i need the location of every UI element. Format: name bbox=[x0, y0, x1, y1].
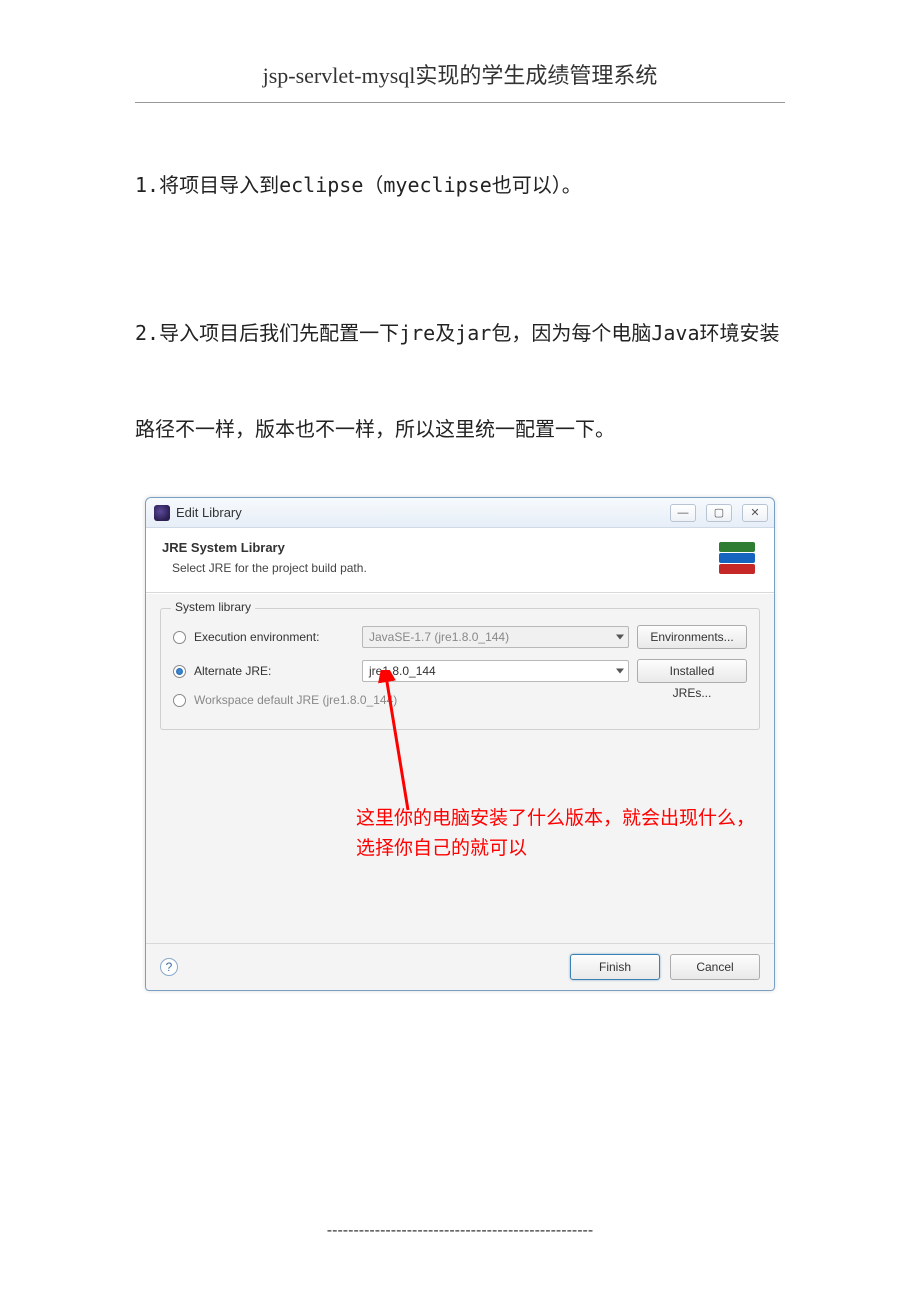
execution-environment-label: Execution environment: bbox=[194, 630, 354, 644]
dialog-body: System library Execution environment: Ja… bbox=[146, 593, 774, 943]
paragraph-1: 1.将项目导入到eclipse（myeclipse也可以）。 bbox=[135, 163, 785, 207]
finish-button[interactable]: Finish bbox=[570, 954, 660, 980]
maximize-button[interactable]: ▢ bbox=[706, 504, 732, 522]
environments-button[interactable]: Environments... bbox=[637, 625, 747, 649]
execution-environment-radio[interactable] bbox=[173, 631, 186, 644]
execution-environment-combo: JavaSE-1.7 (jre1.8.0_144) bbox=[362, 626, 629, 648]
execution-environment-value: JavaSE-1.7 (jre1.8.0_144) bbox=[369, 630, 509, 644]
workspace-default-row: Workspace default JRE (jre1.8.0_144) bbox=[173, 693, 747, 707]
minimize-button[interactable]: — bbox=[670, 504, 696, 522]
dialog-titlebar: Edit Library — ▢ ✕ bbox=[146, 498, 774, 528]
dialog-header-panel: JRE System Library Select JRE for the pr… bbox=[146, 528, 774, 593]
installed-jres-button[interactable]: Installed JREs... bbox=[637, 659, 747, 683]
eclipse-icon bbox=[154, 505, 170, 521]
document-body: 1.将项目导入到eclipse（myeclipse也可以）。 2.导入项目后我们… bbox=[135, 103, 785, 991]
alternate-jre-label: Alternate JRE: bbox=[194, 664, 354, 678]
dialog-title: Edit Library bbox=[176, 505, 670, 520]
workspace-default-label: Workspace default JRE (jre1.8.0_144) bbox=[194, 693, 397, 707]
alternate-jre-row: Alternate JRE: jre1.8.0_144 Installed JR… bbox=[173, 659, 747, 683]
cancel-button[interactable]: Cancel bbox=[670, 954, 760, 980]
chevron-down-icon bbox=[616, 669, 624, 674]
page-footer-dashes: ----------------------------------------… bbox=[0, 1222, 920, 1240]
paragraph-2: 2.导入项目后我们先配置一下jre及jar包，因为每个电脑Java环境安装路径不… bbox=[135, 285, 785, 477]
chevron-down-icon bbox=[616, 635, 624, 640]
edit-library-dialog: Edit Library — ▢ ✕ JRE System Library Se… bbox=[145, 497, 775, 991]
workspace-default-radio[interactable] bbox=[173, 694, 186, 707]
close-button[interactable]: ✕ bbox=[742, 504, 768, 522]
dialog-heading: JRE System Library bbox=[162, 540, 716, 555]
alternate-jre-value: jre1.8.0_144 bbox=[369, 664, 436, 678]
alternate-jre-combo[interactable]: jre1.8.0_144 bbox=[362, 660, 629, 682]
library-icon bbox=[716, 542, 758, 578]
execution-environment-row: Execution environment: JavaSE-1.7 (jre1.… bbox=[173, 625, 747, 649]
dialog-footer: ? Finish Cancel bbox=[146, 943, 774, 990]
help-icon[interactable]: ? bbox=[160, 958, 178, 976]
alternate-jre-radio[interactable] bbox=[173, 665, 186, 678]
annotation-text: 这里你的电脑安装了什么版本，就会出现什么，选择你自己的就可以 bbox=[356, 804, 756, 865]
group-label: System library bbox=[171, 600, 255, 614]
page-title: jsp-servlet-mysql实现的学生成绩管理系统 bbox=[135, 0, 785, 103]
dialog-subheading: Select JRE for the project build path. bbox=[162, 561, 716, 575]
system-library-group: System library Execution environment: Ja… bbox=[160, 608, 760, 730]
